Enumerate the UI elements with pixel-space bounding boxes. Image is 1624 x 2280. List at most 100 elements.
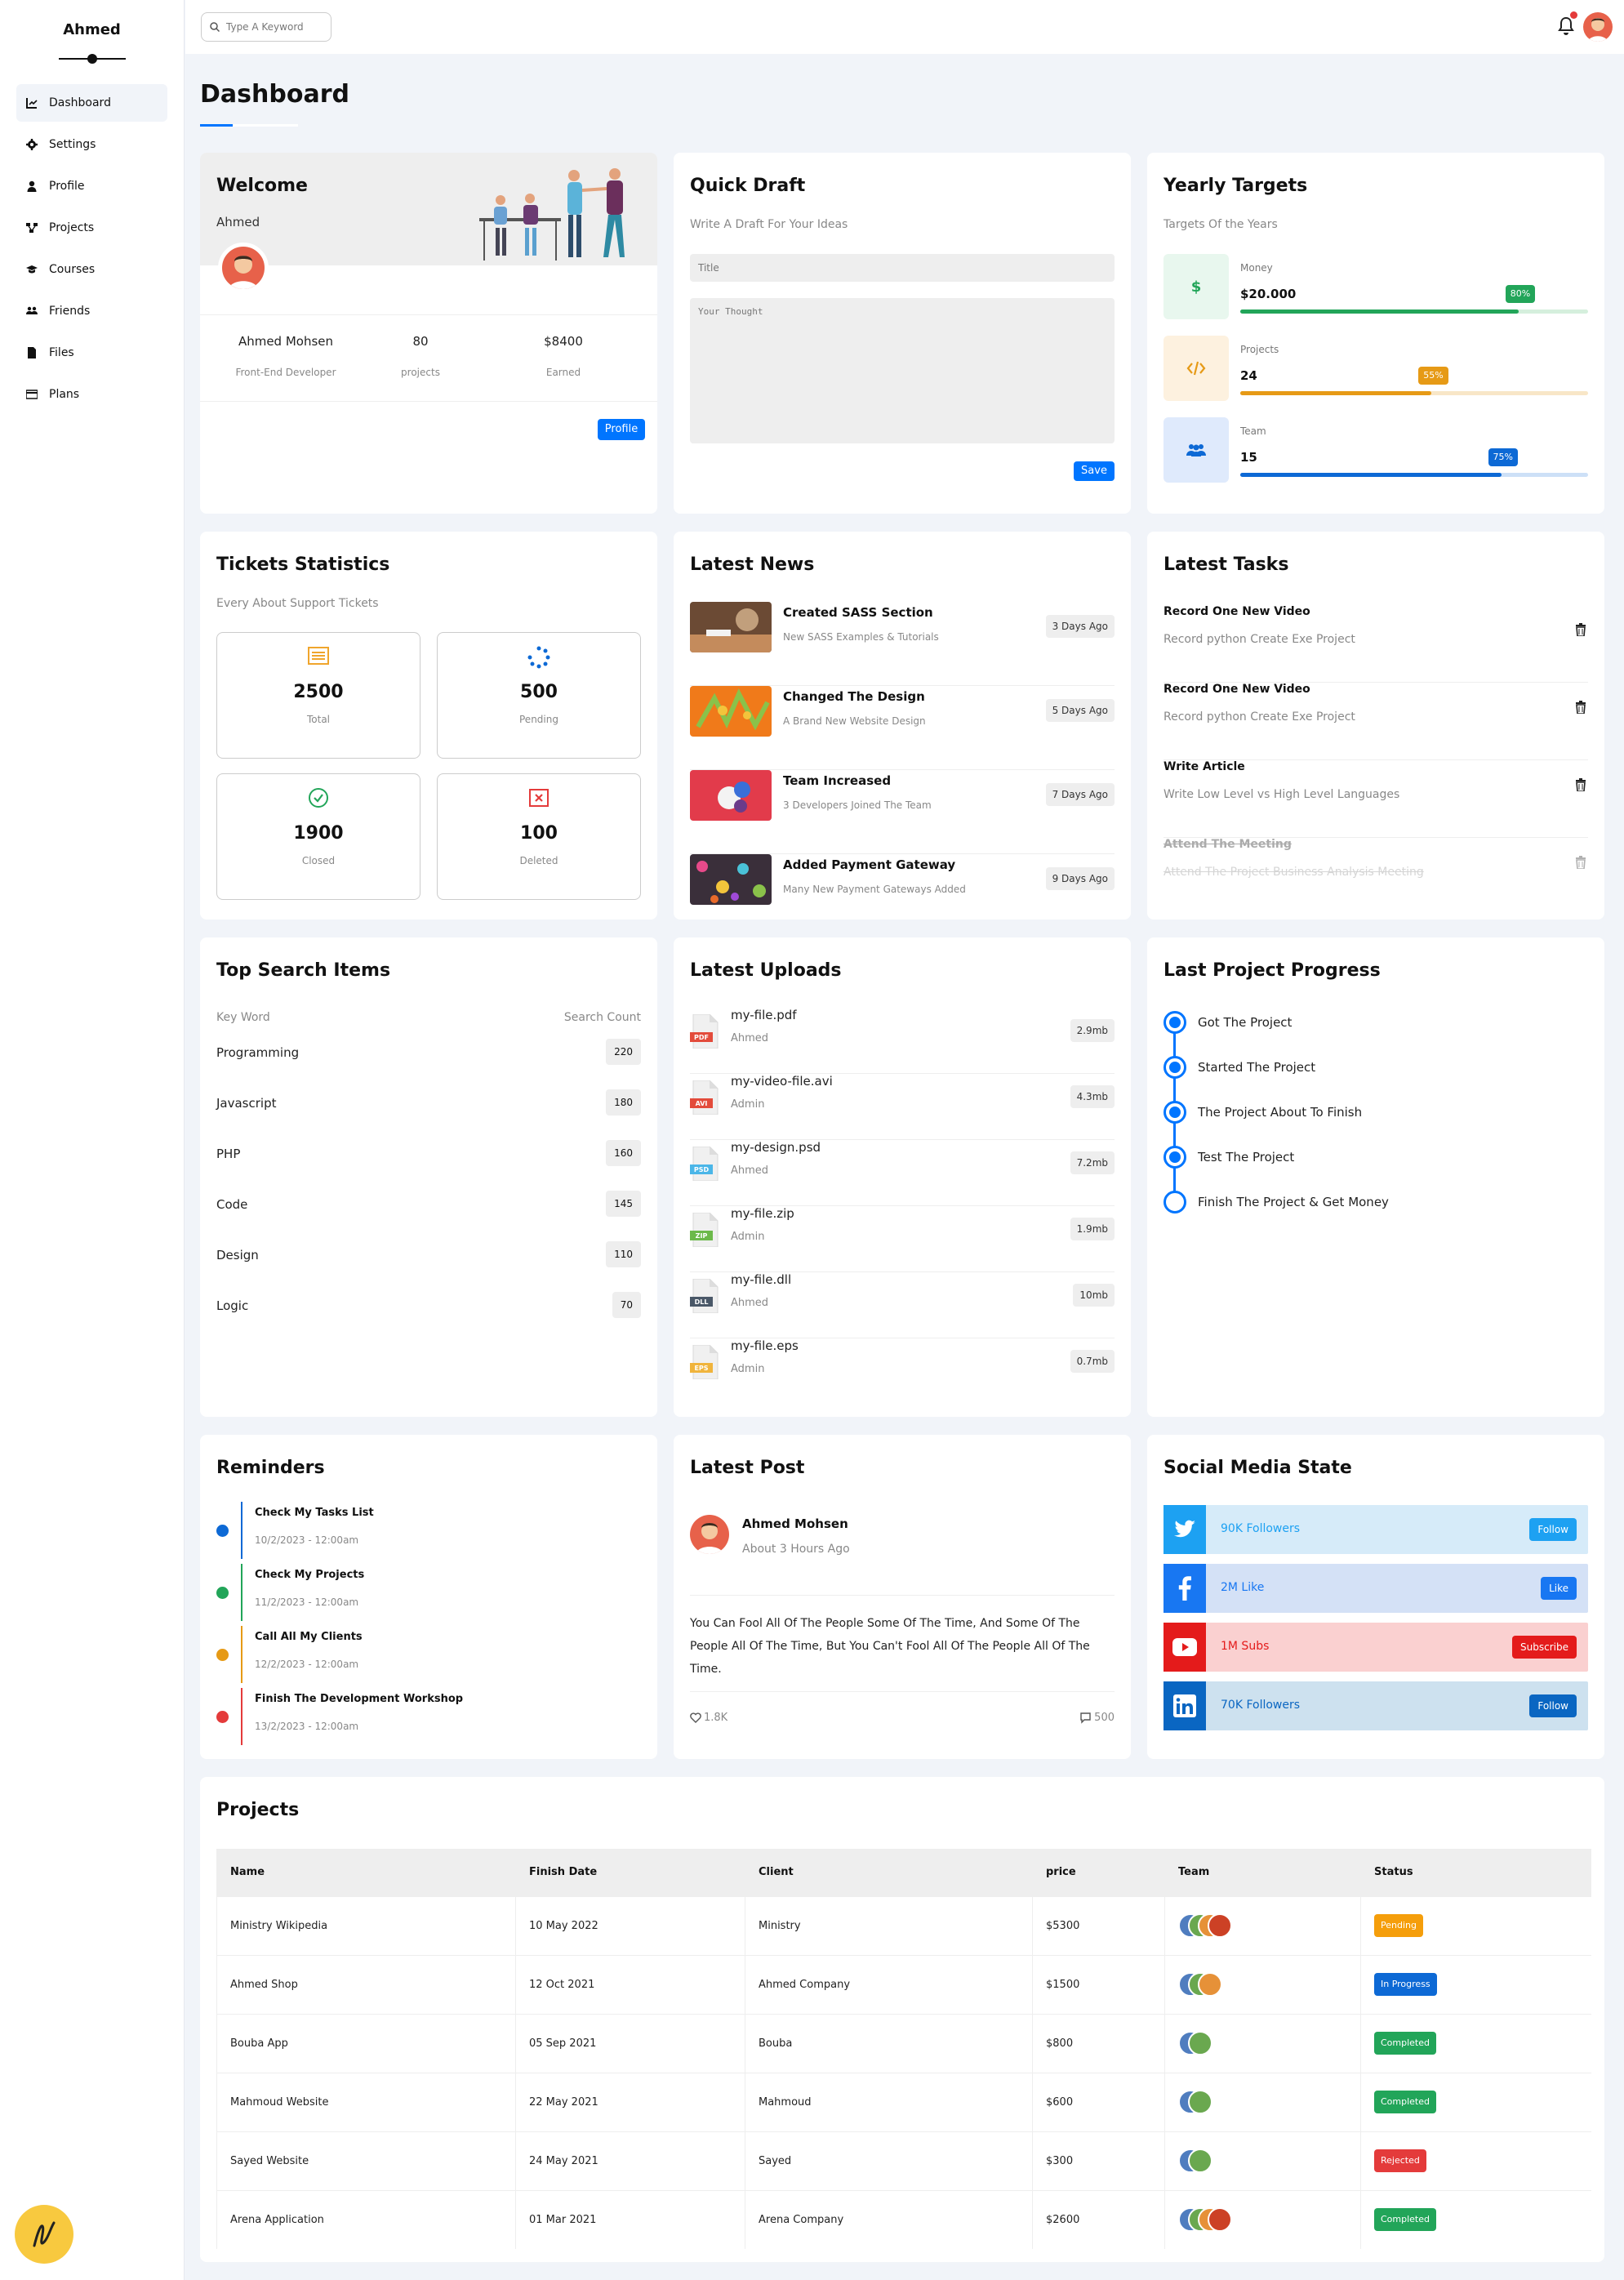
list-icon [308, 647, 329, 665]
avatar [1188, 2149, 1212, 2173]
news-item[interactable]: Added Payment Gateway Many New Payment G… [690, 854, 1115, 938]
news-item[interactable]: Changed The Design A Brand New Website D… [690, 686, 1115, 770]
table-row[interactable]: Ministry Wikipedia 10 May 2022 Ministry $53… [216, 1895, 1591, 1955]
credit-card-icon [26, 389, 38, 400]
profile-button[interactable]: Profile [598, 419, 645, 440]
avatar[interactable] [1583, 12, 1613, 42]
search-count: 180 [606, 1089, 641, 1116]
target-progress-track [1240, 473, 1588, 477]
search-input[interactable]: Type A Keyword [201, 12, 331, 42]
follow-button[interactable]: Follow [1529, 1518, 1577, 1541]
column-header[interactable]: Team [1164, 1849, 1361, 1896]
trash-icon[interactable] [1575, 701, 1586, 714]
search-item-row[interactable]: Javascript 180 [216, 1089, 641, 1122]
table-cell-team [1164, 2189, 1361, 2249]
upload-size: 2.9mb [1070, 1019, 1115, 1042]
search-item-row[interactable]: Code 145 [216, 1191, 641, 1223]
news-item[interactable]: Created SASS Section New SASS Examples &… [690, 602, 1115, 686]
sidebar-item-label: Courses [49, 263, 96, 276]
column-header[interactable]: Finish Date [515, 1849, 745, 1896]
trash-icon[interactable] [1575, 623, 1586, 636]
avatar [1188, 2090, 1212, 2114]
table-row[interactable]: Sayed Website 24 May 2021 Sayed $300 Rejecte… [216, 2131, 1591, 2190]
table-row[interactable]: Mahmoud Website 22 May 2021 Mahmoud $600 Com… [216, 2072, 1591, 2131]
table-row[interactable]: Ahmed Shop 12 Oct 2021 Ahmed Company $1500 I… [216, 1954, 1591, 2014]
sidebar-item-dashboard[interactable]: Dashboard [16, 84, 167, 122]
save-button[interactable]: Save [1074, 461, 1115, 481]
svg-text:EPS: EPS [694, 1365, 708, 1372]
news-title: Team Increased [783, 773, 892, 788]
table-row[interactable]: Bouba App 05 Sep 2021 Bouba $800 Completed [216, 2013, 1591, 2073]
diagram-icon [26, 222, 38, 234]
column-header[interactable]: Name [216, 1849, 516, 1896]
trash-icon[interactable] [1575, 778, 1586, 791]
table-cell-status: Completed [1360, 2072, 1591, 2131]
team-avatars [1178, 2031, 1360, 2055]
brand-title: Ahmed [63, 21, 121, 38]
upload-item[interactable]: AVI my-video-file.avi Admin 4.3mb [690, 1074, 1115, 1140]
bell-icon[interactable] [1557, 16, 1575, 36]
trash-icon[interactable] [1575, 856, 1586, 869]
column-header[interactable]: Client [745, 1849, 1033, 1896]
news-item[interactable]: Team Increased 3 Developers Joined The T… [690, 770, 1115, 854]
upload-item[interactable]: PDF my-file.pdf Ahmed 2.9mb [690, 1008, 1115, 1074]
reminders-card: Reminders Check My Tasks List 10/2/2023 -… [200, 1435, 657, 1759]
draft-title-field[interactable]: Title [690, 254, 1115, 282]
search-item-row[interactable]: Design 110 [216, 1241, 641, 1274]
column-header[interactable]: price [1032, 1849, 1165, 1896]
upload-item[interactable]: EPS my-file.eps Admin 0.7mb [690, 1338, 1115, 1405]
sidebar-item-friends[interactable]: Friends [16, 292, 167, 330]
reminder-item[interactable]: Finish The Development Workshop 13/2/2023… [216, 1688, 641, 1745]
target-label: Projects [1240, 344, 1279, 355]
projects-card: Projects Name Finish Date Client price T… [200, 1777, 1604, 2262]
column-header[interactable]: Status [1360, 1849, 1591, 1896]
sidebar-item-profile[interactable]: Profile [16, 167, 167, 205]
project-rows: Ministry Wikipedia 10 May 2022 Ministry $53… [216, 1895, 1591, 2249]
user-icon [26, 180, 38, 192]
subscribe-button[interactable]: Subscribe [1512, 1636, 1577, 1659]
sidebar-item-plans[interactable]: Plans [16, 376, 167, 413]
upload-item[interactable]: DLL my-file.dll Ahmed 10mb [690, 1272, 1115, 1338]
comment-icon [1080, 1712, 1091, 1724]
search-item-row[interactable]: Programming 220 [216, 1039, 641, 1071]
search-item-row[interactable]: PHP 160 [216, 1140, 641, 1173]
social-stat: 90K Followers [1221, 1522, 1301, 1535]
like-button[interactable]: 1.8K [690, 1712, 727, 1724]
search-item-row[interactable]: Logic 70 [216, 1292, 641, 1325]
table-row[interactable]: Arena Application 01 Mar 2021 Arena Compan… [216, 2189, 1591, 2249]
sidebar-item-settings[interactable]: Settings [16, 126, 167, 163]
ticket-value: 2500 [293, 682, 344, 702]
upload-owner: Admin [731, 1098, 765, 1111]
notification-dot [1570, 11, 1577, 19]
welcome-name: Ahmed [216, 215, 260, 229]
search-keyword: Programming [216, 1045, 300, 1060]
table-cell-team [1164, 2072, 1361, 2131]
social-stat: 1M Subs [1221, 1640, 1270, 1653]
reminder-item[interactable]: Check My Tasks List 10/2/2023 - 12:00am [216, 1502, 641, 1559]
reminder-bar [241, 1564, 242, 1621]
comment-button[interactable]: 500 [1079, 1712, 1115, 1724]
target-percent: 75% [1488, 448, 1518, 466]
draft-thought-field[interactable]: Your Thought [690, 298, 1115, 443]
sidebar-item-label: Files [49, 346, 74, 359]
upload-item[interactable]: ZIP my-file.zip Admin 1.9mb [690, 1206, 1115, 1272]
upload-size: 7.2mb [1070, 1151, 1115, 1174]
follow-button[interactable]: Follow [1529, 1694, 1577, 1717]
table-cell-price: $2600 [1032, 2189, 1165, 2249]
news-title: Created SASS Section [783, 605, 933, 620]
task-subtitle: Write Low Level vs High Level Languages [1163, 788, 1400, 801]
upload-item[interactable]: PSD my-design.psd Ahmed 7.2mb [690, 1140, 1115, 1206]
stat-projects: 80 projects [380, 334, 461, 378]
reminder-item[interactable]: Call All My Clients 12/2/2023 - 12:00am [216, 1626, 641, 1683]
sidebar-item-courses[interactable]: Courses [16, 251, 167, 288]
post-author[interactable]: Ahmed Mohsen [742, 1516, 848, 1531]
reminder-item[interactable]: Check My Projects 11/2/2023 - 12:00am [216, 1564, 641, 1621]
search-keyword: Logic [216, 1298, 249, 1313]
like-page-button[interactable]: Like [1541, 1577, 1577, 1600]
sidebar-item-files[interactable]: Files [16, 334, 167, 372]
table-cell-client: Arena Company [745, 2189, 1033, 2249]
card-title: Last Project Progress [1163, 960, 1381, 981]
task-title: Record One New Video [1163, 683, 1310, 696]
upload-size: 1.9mb [1070, 1218, 1115, 1240]
sidebar-item-projects[interactable]: Projects [16, 209, 167, 247]
